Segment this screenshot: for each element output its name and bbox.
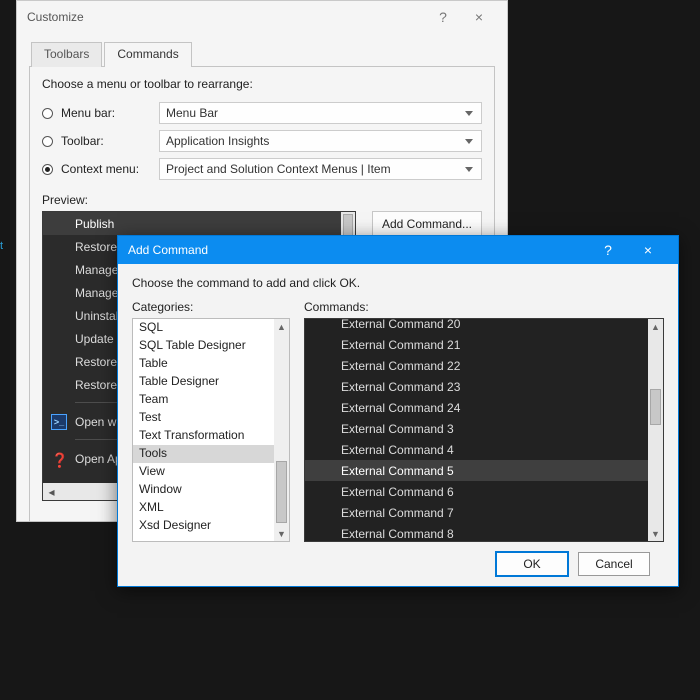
command-item[interactable]: External Command 5 xyxy=(305,460,648,481)
categories-list[interactable]: SQLSQL Table DesignerTableTable Designer… xyxy=(132,318,290,542)
question-icon: ❓ xyxy=(51,452,65,466)
cancel-button[interactable]: Cancel xyxy=(578,552,650,576)
command-item[interactable]: External Command 20 xyxy=(305,318,648,334)
tab-toolbars[interactable]: Toolbars xyxy=(31,42,102,67)
radio-contextmenu[interactable] xyxy=(42,164,53,175)
tab-strip: Toolbars Commands xyxy=(31,41,495,66)
radio-toolbar[interactable] xyxy=(42,136,53,147)
scroll-down-icon[interactable]: ▼ xyxy=(274,526,289,541)
help-button[interactable]: ? xyxy=(425,9,461,25)
add-command-button[interactable]: Add Command... xyxy=(372,211,482,237)
command-item[interactable]: External Command 8 xyxy=(305,523,648,542)
command-item[interactable]: External Command 22 xyxy=(305,355,648,376)
scroll-down-icon[interactable]: ▼ xyxy=(648,526,663,541)
category-item[interactable]: Test xyxy=(133,409,274,427)
scroll-up-icon[interactable]: ▲ xyxy=(274,319,289,334)
scroll-left-icon[interactable]: ◂ xyxy=(43,483,60,500)
command-item[interactable]: External Command 6 xyxy=(305,481,648,502)
toolbar-label: Toolbar: xyxy=(61,134,151,148)
category-item[interactable]: Table xyxy=(133,355,274,373)
category-item[interactable]: SQL Table Designer xyxy=(133,337,274,355)
toolbar-combo[interactable]: Application Insights xyxy=(159,130,482,152)
command-item[interactable]: External Command 23 xyxy=(305,376,648,397)
command-item[interactable]: External Command 24 xyxy=(305,397,648,418)
menubar-label: Menu bar: xyxy=(61,106,151,120)
commands-list[interactable]: External Command 20External Command 21Ex… xyxy=(304,318,664,542)
category-item[interactable]: XML xyxy=(133,499,274,517)
customize-titlebar[interactable]: Customize ? × xyxy=(17,1,507,33)
powershell-icon: >_ xyxy=(51,414,67,430)
category-item[interactable]: Text Transformation xyxy=(133,427,274,445)
contextmenu-combo[interactable]: Project and Solution Context Menus | Ite… xyxy=(159,158,482,180)
scroll-up-icon[interactable]: ▲ xyxy=(648,319,663,334)
preview-item[interactable]: Publish xyxy=(43,212,341,235)
help-button[interactable]: ? xyxy=(588,242,628,258)
category-item[interactable]: Tools xyxy=(133,445,274,463)
category-item[interactable]: Xsd Designer xyxy=(133,517,274,535)
commands-scrollbar[interactable]: ▲ ▼ xyxy=(648,319,663,541)
preview-label: Preview: xyxy=(42,193,482,207)
ok-button[interactable]: OK xyxy=(496,552,568,576)
category-item[interactable]: Window xyxy=(133,481,274,499)
truncated-text: t xyxy=(0,240,3,252)
add-command-title: Add Command xyxy=(128,243,588,257)
close-button[interactable]: × xyxy=(461,9,497,25)
categories-scrollbar[interactable]: ▲ ▼ xyxy=(274,319,289,541)
category-item[interactable]: Team xyxy=(133,391,274,409)
add-command-titlebar[interactable]: Add Command ? × xyxy=(118,236,678,264)
close-button[interactable]: × xyxy=(628,242,668,258)
tab-commands[interactable]: Commands xyxy=(104,42,191,67)
menubar-combo[interactable]: Menu Bar xyxy=(159,102,482,124)
command-item[interactable]: External Command 21 xyxy=(305,334,648,355)
category-item[interactable]: Table Designer xyxy=(133,373,274,391)
command-item[interactable]: External Command 3 xyxy=(305,418,648,439)
add-command-dialog: Add Command ? × Choose the command to ad… xyxy=(117,235,679,587)
commands-label: Commands: xyxy=(304,300,664,314)
contextmenu-label: Context menu: xyxy=(61,162,151,176)
customize-title: Customize xyxy=(27,10,425,24)
category-item[interactable]: View xyxy=(133,463,274,481)
command-item[interactable]: External Command 7 xyxy=(305,502,648,523)
rearrange-intro: Choose a menu or toolbar to rearrange: xyxy=(42,77,482,91)
categories-label: Categories: xyxy=(132,300,290,314)
command-item[interactable]: External Command 4 xyxy=(305,439,648,460)
category-item[interactable]: SQL xyxy=(133,319,274,337)
add-command-intro: Choose the command to add and click OK. xyxy=(132,276,664,290)
radio-menubar[interactable] xyxy=(42,108,53,119)
